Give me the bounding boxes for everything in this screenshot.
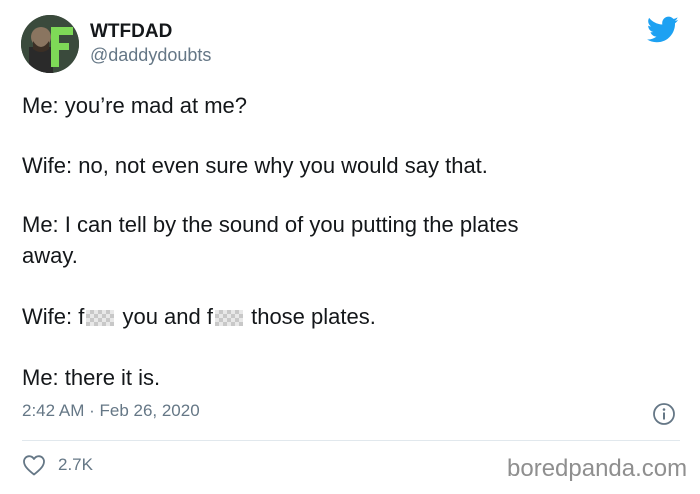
tweet-line-4-prefix: Wife: f	[22, 304, 85, 329]
watermark: boredpanda.com	[507, 455, 688, 482]
censor-blur	[214, 310, 243, 327]
avatar-image	[21, 15, 79, 73]
like-count: 2.7K	[58, 455, 93, 474]
avatar[interactable]	[21, 15, 79, 73]
tweet-line-3b: away.	[22, 243, 78, 268]
censor-blur	[86, 310, 115, 327]
tweet-line-2: Wife: no, not even sure why you would sa…	[22, 153, 488, 178]
twitter-bird-icon[interactable]	[647, 16, 679, 44]
tweet-line-1: Me: you’re mad at me?	[22, 93, 247, 118]
divider	[22, 440, 680, 441]
tweet-line-4-suffix: those plates.	[244, 304, 376, 329]
tweet-timestamp[interactable]: 2:42 AM · Feb 26, 2020	[22, 401, 200, 421]
tweet-card: WTFDAD @daddydoubts Me: you’re mad at me…	[0, 0, 700, 494]
tweet-line-3a: Me: I can tell by the sound of you putti…	[22, 212, 519, 237]
info-icon[interactable]	[652, 402, 676, 426]
heart-icon	[23, 455, 45, 476]
display-name[interactable]: WTFDAD	[90, 21, 172, 43]
tweet-line-5: Me: there it is.	[22, 365, 161, 390]
like-button[interactable]: 2.7K	[22, 454, 93, 476]
user-handle[interactable]: @daddydoubts	[90, 45, 211, 66]
tweet-line-4: Wife: f you and f those plates.	[22, 301, 376, 332]
tweet-line-4-mid: you and f	[116, 304, 213, 329]
